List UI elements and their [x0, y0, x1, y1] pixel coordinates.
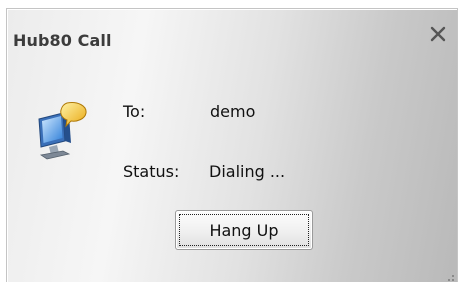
hang-up-button-label: Hang Up	[179, 214, 309, 246]
close-icon	[430, 26, 446, 42]
close-button[interactable]	[427, 23, 449, 45]
window-title: Hub80 Call	[13, 31, 112, 50]
status-label: Status:	[123, 162, 180, 181]
to-value: demo	[210, 102, 256, 121]
hang-up-button[interactable]: Hang Up	[175, 210, 313, 250]
call-dialog: Hub80 Call To: demo Status: Dialing ...	[6, 8, 458, 282]
to-label: To:	[123, 102, 146, 121]
monitor-speech-bubble-icon	[38, 102, 87, 160]
resize-grip-icon[interactable]	[443, 270, 455, 282]
status-value: Dialing ...	[209, 162, 286, 181]
